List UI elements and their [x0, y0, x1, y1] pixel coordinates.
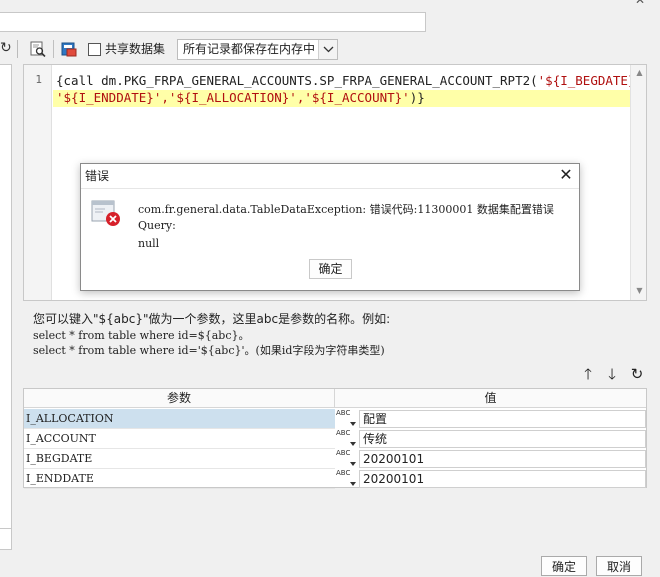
code-string: '${I_ENDDATE}','${I_ALLOCATION}','${I_AC…	[56, 90, 410, 105]
param-name: I_BEGDATE	[24, 449, 335, 469]
close-icon[interactable]: ✕	[557, 166, 575, 184]
type-label: ABC	[336, 429, 351, 437]
share-dataset-label: 共享数据集	[105, 42, 166, 56]
refresh-icon[interactable]: ↻	[628, 365, 646, 383]
storage-mode-value: 所有记录都保存在内存中	[183, 42, 316, 56]
type-selector-icon[interactable]: ABC	[336, 410, 356, 428]
close-icon[interactable]: ✕	[632, 0, 648, 6]
hint-text: 您可以键入"${abc}"做为一个参数，这里abc是参数的名称。例如:	[33, 312, 391, 326]
scroll-down-icon[interactable]: ▼	[631, 283, 646, 299]
type-label: ABC	[336, 409, 351, 417]
chevron-down-icon[interactable]	[318, 40, 337, 59]
dialog-title: 错误	[85, 169, 110, 183]
table-row[interactable]: I_BEGDATE ABC 20200101	[24, 449, 646, 469]
arrow-up-icon[interactable]: 🡑	[579, 365, 597, 383]
param-name: I_ENDDATE	[24, 469, 335, 489]
param-name: I_ACCOUNT	[24, 429, 335, 449]
param-value-input[interactable]: 20200101	[359, 470, 646, 488]
preview-icon[interactable]	[30, 41, 46, 58]
left-bottom-field[interactable]	[0, 528, 12, 550]
error-dialog: 错误 ✕ com.fr.general.data.TableDataExcept…	[80, 163, 580, 291]
param-name: I_ALLOCATION	[24, 409, 335, 429]
left-panel	[0, 64, 12, 550]
name-input[interactable]	[0, 12, 426, 32]
refresh-icon[interactable]: ↻	[0, 38, 14, 58]
param-value-input[interactable]: 传统	[359, 430, 646, 448]
code-line-1: {call dm.PKG_FRPA_GENERAL_ACCOUNTS.SP_FR…	[56, 72, 646, 89]
column-header-value: 值	[335, 389, 646, 408]
hint-example-1: select * from table where id=${abc}。	[33, 329, 250, 342]
line-gutter: 1	[24, 65, 52, 300]
toolbar-divider	[17, 40, 18, 58]
line-number: 1	[35, 73, 42, 86]
share-dataset-checkbox[interactable]	[88, 43, 101, 56]
cancel-button[interactable]: 取消	[596, 556, 642, 576]
scroll-up-icon[interactable]: ▲	[631, 65, 646, 81]
ok-button[interactable]: 确定	[541, 556, 587, 576]
code-line-2: '${I_ENDDATE}','${I_ALLOCATION}','${I_AC…	[56, 89, 425, 106]
table-row[interactable]: I_ENDDATE ABC 20200101	[24, 469, 646, 489]
param-table: 参数 值 I_ALLOCATION ABC 配置 I_ACCOUNT ABC 传…	[23, 388, 647, 489]
param-value-input[interactable]: 配置	[359, 410, 646, 428]
type-selector-icon[interactable]: ABC	[336, 470, 356, 488]
table-row[interactable]: I_ALLOCATION ABC 配置	[24, 409, 646, 429]
error-query-value: null	[138, 237, 160, 250]
table-row[interactable]: I_ACCOUNT ABC 传统	[24, 429, 646, 449]
error-message: com.fr.general.data.TableDataException: …	[138, 203, 554, 216]
toolbar-divider	[53, 40, 54, 58]
column-header-param: 参数	[24, 389, 335, 408]
type-selector-icon[interactable]: ABC	[336, 430, 356, 448]
dialog-divider	[81, 188, 579, 189]
type-selector-icon[interactable]: ABC	[336, 450, 356, 468]
param-value-input[interactable]: 20200101	[359, 450, 646, 468]
code-text: {call dm.PKG_FRPA_GENERAL_ACCOUNTS.SP_FR…	[56, 73, 538, 88]
vertical-scrollbar[interactable]: ▲ ▼	[630, 65, 646, 300]
dataset-icon[interactable]	[61, 41, 77, 57]
hint-example-2: select * from table where id='${abc}'。(如…	[33, 344, 385, 357]
arrow-down-icon[interactable]: 🡓	[603, 365, 621, 383]
code-text: )}	[409, 90, 425, 105]
type-label: ABC	[336, 449, 351, 457]
type-label: ABC	[336, 469, 351, 477]
error-query-label: Query:	[138, 219, 176, 232]
error-icon	[91, 198, 121, 228]
dialog-ok-button[interactable]: 确定	[309, 259, 352, 279]
